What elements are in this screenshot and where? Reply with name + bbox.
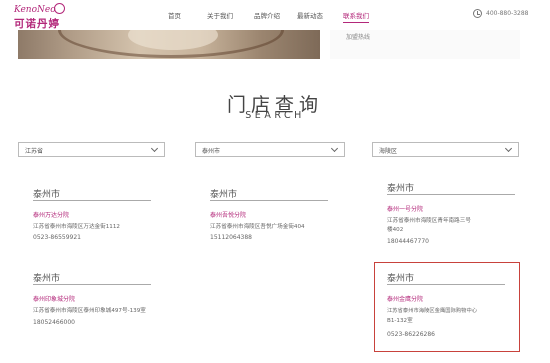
nav-item-home[interactable]: 首页 — [168, 10, 181, 20]
logo-chinese-text: 可诺丹婷 — [14, 18, 60, 30]
store-city: 泰州市 — [33, 190, 61, 200]
store-address: 江苏省泰州市海陵区金鹰国际购物中心 — [387, 308, 478, 314]
province-select-value: 江苏省 — [25, 148, 44, 155]
store-city: 泰州市 — [387, 274, 415, 284]
store-phone: 18044467770 — [387, 238, 429, 245]
store-phone: 0523-86226286 — [387, 331, 435, 338]
store-divider — [210, 200, 328, 201]
brand-logo[interactable]: KenoNeo 可诺丹婷 — [14, 3, 94, 30]
store-address-line2: 楼402 — [387, 227, 404, 233]
city-select[interactable]: 泰州市 — [195, 142, 345, 157]
store-city: 泰州市 — [33, 274, 61, 284]
nav-item-about[interactable]: 关于我们 — [207, 10, 233, 20]
district-select-value: 海陵区 — [379, 148, 398, 155]
district-select[interactable]: 海陵区 — [372, 142, 519, 157]
store-card: 泰州市 泰州万达分院 江苏省泰州市海陵区万达金街1112 0523-865599… — [33, 187, 183, 247]
nav-item-contact[interactable]: 联系我们 — [343, 10, 369, 23]
city-select-value: 泰州市 — [202, 148, 221, 155]
store-name-link[interactable]: 泰州印象城分院 — [33, 294, 75, 303]
store-address: 江苏省泰州市海陵区万达金街1112 — [33, 224, 120, 230]
store-address-line2: B1-132室 — [387, 318, 413, 324]
store-city: 泰州市 — [210, 190, 238, 200]
logo-script-text: KenoNeo — [14, 5, 56, 15]
logo-mark-icon — [54, 3, 65, 14]
nav-item-news[interactable]: 最新动态 — [297, 10, 323, 20]
store-divider — [387, 194, 515, 195]
store-card-highlighted: 泰州市 泰州金鹰分院 江苏省泰州市海陵区金鹰国际购物中心 B1-132室 052… — [374, 262, 520, 352]
store-phone: 18052466000 — [33, 319, 75, 326]
banner-side-text: 加盟热线 — [346, 34, 371, 41]
store-address: 江苏省泰州市海陵区泰州印象城497号-139室 — [33, 308, 146, 314]
page-subtitle: SEARCH — [245, 110, 305, 121]
store-divider — [33, 284, 151, 285]
store-city: 泰州市 — [387, 184, 415, 194]
store-divider — [33, 200, 151, 201]
store-name-link[interactable]: 泰州金鹰分院 — [387, 294, 423, 303]
phone-icon — [473, 9, 482, 18]
store-card-content: 泰州市 泰州金鹰分院 江苏省泰州市海陵区金鹰国际购物中心 B1-132室 052… — [387, 271, 517, 351]
store-name-link[interactable]: 泰州万达分院 — [33, 210, 69, 219]
nav-item-brand[interactable]: 品牌介绍 — [254, 10, 280, 20]
store-card: 泰州市 泰州印象城分院 江苏省泰州市海陵区泰州印象城497号-139室 1805… — [33, 271, 183, 337]
chevron-down-icon — [504, 144, 513, 153]
store-card: 泰州市 泰州一号分院 江苏省泰州市海陵区青年南路三号 楼402 18044467… — [387, 181, 537, 251]
chevron-down-icon — [150, 144, 159, 153]
store-phone: 15112064388 — [210, 234, 252, 241]
store-name-link[interactable]: 泰州吾悦分院 — [210, 210, 246, 219]
store-card: 泰州市 泰州吾悦分院 江苏省泰州市海陵区吾悦广场金街404 1511206438… — [210, 187, 360, 247]
banner-image — [18, 30, 320, 59]
store-divider — [387, 284, 505, 285]
chevron-down-icon — [330, 144, 339, 153]
province-select[interactable]: 江苏省 — [18, 142, 165, 157]
top-header: KenoNeo 可诺丹婷 首页 关于我们 品牌介绍 最新动态 联系我们 400-… — [0, 0, 550, 30]
store-address: 江苏省泰州市海陵区吾悦广场金街404 — [210, 224, 305, 230]
header-phone: 400-880-3288 — [486, 10, 529, 17]
store-phone: 0523-86559921 — [33, 234, 81, 241]
store-name-link[interactable]: 泰州一号分院 — [387, 204, 423, 213]
